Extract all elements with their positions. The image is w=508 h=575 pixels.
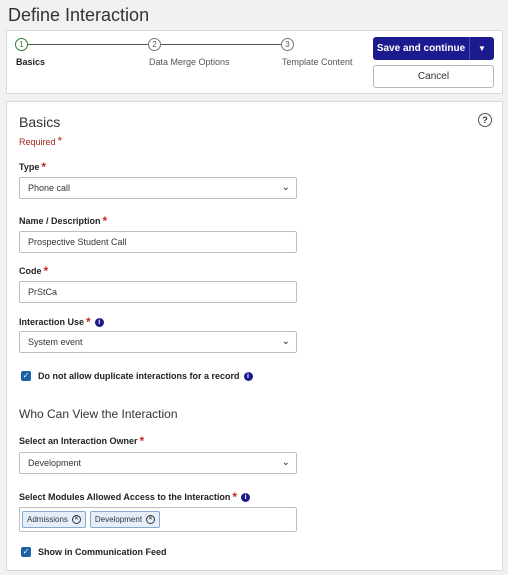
step-connector: [28, 44, 148, 45]
required-star-icon: *: [43, 264, 49, 278]
step-3-label[interactable]: Template Content: [282, 57, 353, 67]
required-star-icon: *: [86, 315, 91, 329]
show-feed-label: Show in Communication Feed: [38, 547, 167, 557]
name-value: Prospective Student Call: [28, 237, 127, 247]
help-icon[interactable]: ?: [478, 113, 492, 127]
no-duplicates-label-text: Do not allow duplicate interactions for …: [38, 371, 240, 381]
step-1-label[interactable]: Basics: [16, 57, 45, 67]
step-1-circle[interactable]: 1: [15, 38, 28, 51]
save-button-label: Save and continue: [376, 43, 466, 54]
name-label: Name / Description *: [19, 214, 107, 228]
interaction-use-select[interactable]: System event ⌄: [19, 331, 297, 353]
save-and-continue-button[interactable]: Save and continue ▼: [373, 37, 494, 60]
code-value: PrStCa: [28, 287, 58, 297]
required-star-icon: *: [139, 434, 145, 448]
name-label-text: Name / Description: [19, 216, 101, 226]
info-icon[interactable]: i: [94, 317, 104, 327]
module-tag-admissions: Admissions ✕: [22, 511, 86, 528]
type-select[interactable]: Phone call ⌄: [19, 177, 297, 199]
remove-tag-icon[interactable]: ✕: [71, 515, 81, 524]
required-star-icon: *: [102, 214, 108, 228]
interaction-use-label-text: Interaction Use: [19, 317, 85, 327]
chevron-down-icon: ⌄: [281, 336, 290, 347]
step-connector: [161, 44, 281, 45]
show-feed-checkbox[interactable]: ✓: [21, 547, 31, 557]
code-field[interactable]: PrStCa: [19, 281, 297, 303]
modules-label: Select Modules Allowed Access to the Int…: [19, 490, 251, 504]
chevron-down-icon[interactable]: ▼: [469, 37, 494, 60]
info-icon[interactable]: i: [243, 371, 253, 381]
required-note: Required *: [19, 134, 62, 148]
module-tag-label: Admissions: [27, 515, 68, 524]
owner-select[interactable]: Development ⌄: [19, 452, 297, 474]
required-star-icon: *: [57, 134, 63, 148]
owner-label: Select an Interaction Owner *: [19, 434, 144, 448]
owner-label-text: Select an Interaction Owner: [19, 436, 138, 446]
name-field[interactable]: Prospective Student Call: [19, 231, 297, 253]
main-panel: Basics ? Required * Type * Phone call ⌄ Na…: [6, 101, 503, 571]
code-label: Code *: [19, 264, 48, 278]
modules-tag-input[interactable]: Admissions ✕ Development ✕: [19, 507, 297, 532]
page-title: Define Interaction: [8, 5, 150, 25]
required-star-icon: *: [41, 160, 47, 174]
step-2-circle[interactable]: 2: [148, 38, 161, 51]
wizard-steps: 1 2 3 Basics Data Merge Options Template…: [6, 30, 503, 94]
module-tag-development: Development ✕: [89, 511, 161, 528]
remove-tag-icon[interactable]: ✕: [146, 515, 156, 524]
no-duplicates-checkbox[interactable]: ✓: [21, 371, 31, 381]
section-title-who-can-view: Who Can View the Interaction: [19, 407, 178, 421]
type-label-text: Type: [19, 162, 40, 172]
step-2-label[interactable]: Data Merge Options: [149, 57, 230, 67]
module-tag-label: Development: [94, 515, 143, 524]
no-duplicates-label: Do not allow duplicate interactions for …: [38, 371, 253, 381]
step-3-circle[interactable]: 3: [281, 38, 294, 51]
type-label: Type *: [19, 160, 46, 174]
required-label: Required: [19, 137, 56, 147]
type-value: Phone call: [28, 183, 71, 193]
owner-value: Development: [28, 458, 82, 468]
interaction-use-value: System event: [28, 337, 83, 347]
info-icon[interactable]: i: [241, 492, 251, 502]
interaction-use-label: Interaction Use * i: [19, 315, 104, 329]
required-star-icon: *: [232, 490, 238, 504]
section-title-basics: Basics: [19, 114, 61, 130]
chevron-down-icon: ⌄: [281, 457, 290, 468]
chevron-down-icon: ⌄: [281, 182, 290, 193]
code-label-text: Code: [19, 266, 42, 276]
modules-label-text: Select Modules Allowed Access to the Int…: [19, 492, 231, 502]
cancel-button[interactable]: Cancel: [373, 65, 494, 88]
